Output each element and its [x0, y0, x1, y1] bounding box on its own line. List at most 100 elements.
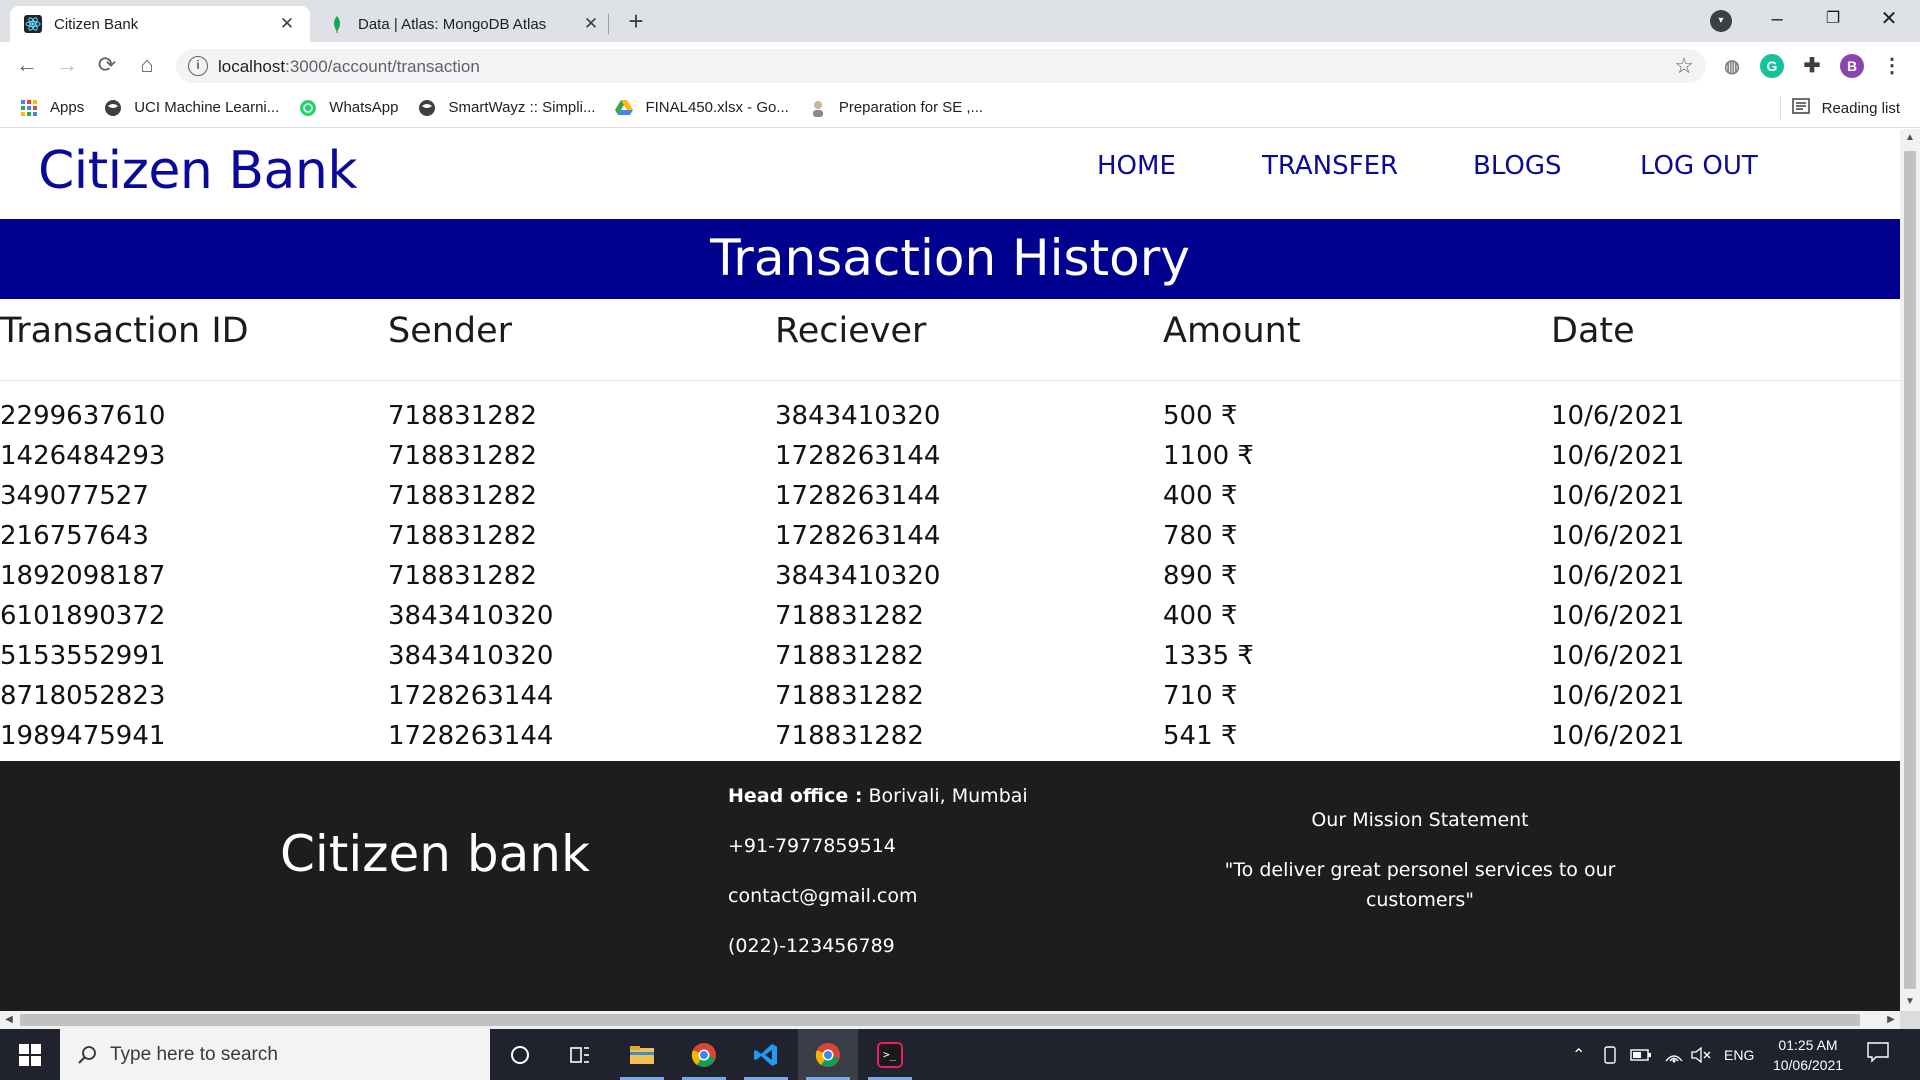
- windows-start-icon[interactable]: [0, 1029, 60, 1080]
- cell-amount: 1335 ₹: [1163, 641, 1254, 671]
- extensions-puzzle-icon[interactable]: ✚: [1800, 54, 1824, 78]
- cell-receiver: 1728263144: [775, 521, 941, 551]
- person-icon: [809, 99, 827, 117]
- reading-list-icon: [1791, 98, 1810, 118]
- column-header: Transaction ID: [0, 311, 249, 351]
- cell-transaction-id: 1989475941: [0, 721, 166, 751]
- bookmark-smartwayz[interactable]: SmartWayz :: Simpli...: [418, 99, 595, 117]
- cell-receiver: 1728263144: [775, 481, 941, 511]
- footer-email: contact@gmail.com: [728, 885, 918, 907]
- vertical-scrollbar[interactable]: ▲ ▼: [1900, 129, 1920, 1011]
- table-row: 5153552991 3843410320 718831282 1335 ₹ 1…: [0, 641, 1900, 681]
- cell-date: 10/6/2021: [1551, 561, 1685, 591]
- table-row: 6101890372 3843410320 718831282 400 ₹ 10…: [0, 601, 1900, 641]
- cell-amount: 710 ₹: [1163, 681, 1238, 711]
- close-icon[interactable]: ✕: [278, 14, 296, 34]
- table-row: 1892098187 718831282 3843410320 890 ₹ 10…: [0, 561, 1900, 601]
- close-icon[interactable]: ✕: [582, 14, 600, 34]
- whatsapp-icon: [299, 99, 317, 117]
- nav-transfer[interactable]: TRANSFER: [1262, 151, 1398, 181]
- device-icon[interactable]: [1602, 1029, 1618, 1080]
- language-indicator[interactable]: ENG: [1724, 1029, 1754, 1080]
- head-office-value: Borivali, Mumbai: [862, 785, 1028, 807]
- bookmark-label: UCI Machine Learni...: [134, 99, 280, 116]
- wifi-icon[interactable]: [1664, 1029, 1684, 1080]
- minimize-icon[interactable]: –: [1754, 0, 1800, 40]
- window-close-icon[interactable]: ✕: [1866, 0, 1912, 40]
- bookmark-label: Apps: [50, 99, 85, 116]
- cell-transaction-id: 1426484293: [0, 441, 166, 471]
- cell-sender: 1728263144: [388, 721, 554, 751]
- cortana-icon[interactable]: [490, 1029, 550, 1080]
- tab-mongodb-atlas[interactable]: Data | Atlas: MongoDB Atlas ✕: [314, 6, 614, 42]
- scroll-left-arrow-icon[interactable]: ◀: [0, 1011, 18, 1029]
- reading-list[interactable]: Reading list: [1791, 98, 1900, 118]
- volume-muted-icon[interactable]: [1690, 1029, 1712, 1080]
- bookmark-star-icon[interactable]: ☆: [1674, 53, 1694, 79]
- bookmark-whatsapp[interactable]: WhatsApp: [299, 99, 398, 117]
- cell-date: 10/6/2021: [1551, 401, 1685, 431]
- horizontal-scroll-thumb[interactable]: [20, 1014, 1860, 1026]
- cell-date: 10/6/2021: [1551, 521, 1685, 551]
- table-row: 2299637610 718831282 3843410320 500 ₹ 10…: [0, 401, 1900, 441]
- cell-sender: 3843410320: [388, 601, 554, 631]
- file-explorer-icon[interactable]: [612, 1029, 672, 1080]
- tab-search-icon[interactable]: ▾: [1710, 10, 1732, 32]
- new-tab-plus-icon[interactable]: +: [622, 8, 650, 36]
- nav-home[interactable]: HOME: [1097, 151, 1176, 181]
- profile-avatar[interactable]: B: [1840, 54, 1864, 78]
- vertical-scroll-thumb[interactable]: [1904, 151, 1916, 989]
- scroll-down-arrow-icon[interactable]: ▼: [1900, 993, 1920, 1011]
- cell-date: 10/6/2021: [1551, 681, 1685, 711]
- bookmark-apps[interactable]: Apps: [20, 99, 84, 117]
- grammarly-icon[interactable]: G: [1760, 54, 1784, 78]
- vscode-icon[interactable]: [736, 1029, 796, 1080]
- restore-icon[interactable]: ❐: [1810, 0, 1856, 40]
- bookmark-final450[interactable]: FINAL450.xlsx - Go...: [615, 99, 789, 117]
- chrome-icon[interactable]: [798, 1029, 858, 1080]
- notification-center-icon[interactable]: [1866, 1041, 1894, 1067]
- nav-logout[interactable]: LOG OUT: [1640, 151, 1758, 181]
- column-header: Date: [1551, 311, 1635, 351]
- cell-date: 10/6/2021: [1551, 441, 1685, 471]
- forward-arrow-icon[interactable]: →: [52, 50, 82, 80]
- taskbar-clock[interactable]: 01:25 AM 10/06/2021: [1758, 1035, 1858, 1075]
- cell-amount: 500 ₹: [1163, 401, 1238, 431]
- cell-date: 10/6/2021: [1551, 481, 1685, 511]
- site-info-icon[interactable]: i: [188, 56, 208, 76]
- back-arrow-icon[interactable]: ←: [12, 50, 42, 80]
- mongodb-leaf-icon: [328, 15, 346, 33]
- cell-transaction-id: 6101890372: [0, 601, 166, 631]
- tab-title: Data | Atlas: MongoDB Atlas: [358, 15, 547, 33]
- site-brand[interactable]: Citizen Bank: [38, 141, 357, 201]
- bookmark-uci[interactable]: UCI Machine Learni...: [104, 99, 279, 117]
- chrome-icon[interactable]: [674, 1029, 734, 1080]
- chrome-menu-icon[interactable]: ⋮: [1880, 54, 1904, 78]
- column-header: Reciever: [775, 311, 927, 351]
- cell-date: 10/6/2021: [1551, 601, 1685, 631]
- battery-icon[interactable]: [1630, 1029, 1652, 1080]
- horizontal-scrollbar[interactable]: ◀ ▶: [0, 1011, 1900, 1029]
- drive-icon: [615, 99, 634, 117]
- cell-receiver: 3843410320: [775, 401, 941, 431]
- task-view-icon[interactable]: [550, 1029, 610, 1080]
- scroll-up-arrow-icon[interactable]: ▲: [1900, 129, 1920, 147]
- apps-grid-icon: [20, 99, 38, 117]
- address-bar[interactable]: i localhost:3000/account/transaction ☆: [176, 49, 1706, 83]
- scroll-right-arrow-icon[interactable]: ▶: [1882, 1011, 1900, 1029]
- nav-blogs[interactable]: BLOGS: [1473, 151, 1562, 181]
- bookmark-preparation[interactable]: Preparation for SE ,...: [809, 99, 983, 117]
- translate-globe-icon[interactable]: ◍: [1720, 54, 1744, 78]
- taskbar-search[interactable]: Type here to search: [60, 1029, 490, 1080]
- cell-amount: 400 ₹: [1163, 481, 1238, 511]
- tab-citizen-bank[interactable]: Citizen Bank ✕: [10, 6, 310, 42]
- url-text[interactable]: localhost:3000/account/transaction: [218, 57, 480, 77]
- reload-icon[interactable]: ⟳: [92, 50, 122, 80]
- column-header: Sender: [388, 311, 513, 351]
- clock-time: 01:25 AM: [1778, 1037, 1838, 1053]
- terminal-icon[interactable]: >_: [860, 1029, 920, 1080]
- home-icon[interactable]: ⌂: [132, 50, 162, 80]
- show-hidden-icons-chevron-icon[interactable]: ⌃: [1572, 1029, 1585, 1080]
- cell-receiver: 3843410320: [775, 561, 941, 591]
- cell-amount: 780 ₹: [1163, 521, 1238, 551]
